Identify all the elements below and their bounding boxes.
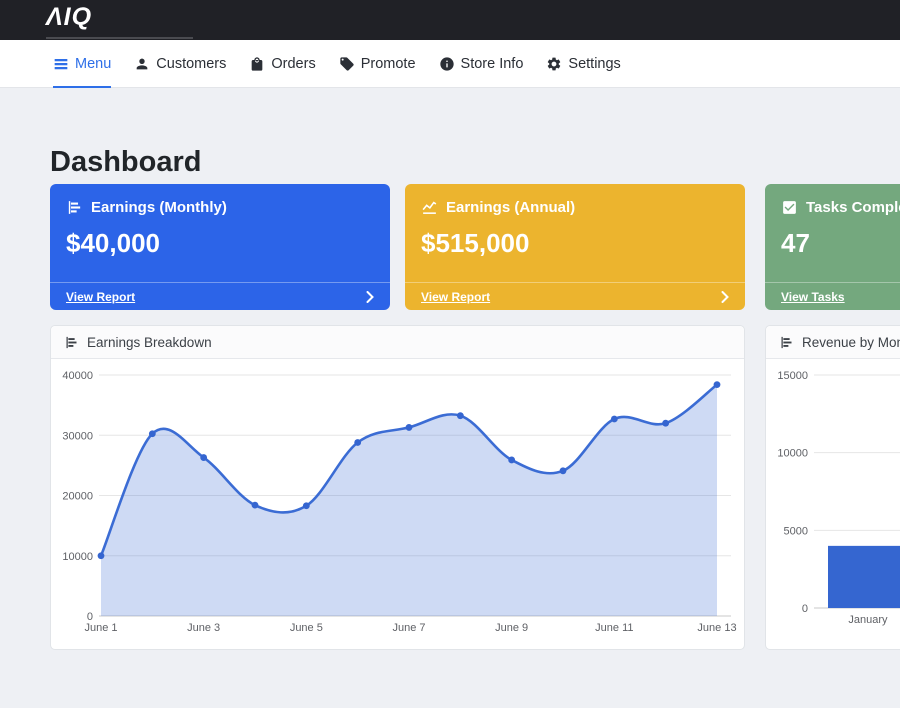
- svg-text:June 1: June 1: [84, 622, 117, 634]
- view-report-link[interactable]: View Report: [405, 282, 745, 310]
- nav-item-label: Customers: [156, 56, 226, 72]
- svg-text:January: January: [848, 614, 888, 626]
- tag-icon: [339, 56, 355, 72]
- chart-title: Revenue by Month: [802, 335, 900, 350]
- nav-item-menu[interactable]: Menu: [53, 40, 111, 87]
- svg-text:June 9: June 9: [495, 622, 528, 634]
- card-value: $515,000: [405, 216, 745, 259]
- menu-icon: [53, 56, 69, 72]
- person-icon: [134, 56, 150, 72]
- nav-item-promote[interactable]: Promote: [339, 40, 416, 87]
- svg-text:10000: 10000: [62, 551, 93, 563]
- card-title: Earnings (Annual): [446, 199, 575, 216]
- earnings-breakdown-card: Earnings Breakdown 010000200003000040000…: [50, 325, 745, 650]
- nav-item-customers[interactable]: Customers: [134, 40, 226, 87]
- card-earnings-monthly: Earnings (Monthly) $40,000 View Report: [50, 184, 390, 310]
- svg-text:30000: 30000: [62, 430, 93, 442]
- svg-text:0: 0: [802, 603, 808, 615]
- card-tasks-completed: Tasks Completed 47 View Tasks: [765, 184, 900, 310]
- svg-text:June 13: June 13: [697, 622, 736, 634]
- svg-text:10000: 10000: [777, 448, 808, 460]
- revenue-by-month-chart: 0 5000 10000 15000 January: [766, 359, 900, 654]
- svg-text:20000: 20000: [62, 491, 93, 503]
- line-chart-icon: [421, 199, 438, 216]
- app-window: ΛIQ Menu Customers Orders Promote Store …: [0, 0, 900, 708]
- nav-bar: Menu Customers Orders Promote Store Info…: [0, 40, 900, 88]
- nav-item-label: Settings: [568, 56, 620, 72]
- earnings-breakdown-chart: 010000200003000040000June 1June 3June 5J…: [51, 359, 744, 654]
- bar-chart-icon: [66, 199, 83, 216]
- card-title: Tasks Completed: [806, 199, 900, 216]
- nav-item-label: Menu: [75, 56, 111, 72]
- nav-item-settings[interactable]: Settings: [546, 40, 620, 87]
- nav-item-store-info[interactable]: Store Info: [439, 40, 524, 87]
- svg-text:June 7: June 7: [392, 622, 425, 634]
- check-square-icon: [781, 199, 798, 216]
- svg-text:June 11: June 11: [595, 622, 633, 634]
- svg-text:June 3: June 3: [187, 622, 220, 634]
- nav-item-label: Promote: [361, 56, 416, 72]
- earnings-breakdown-header: Earnings Breakdown: [51, 326, 744, 359]
- card-earnings-annual: Earnings (Annual) $515,000 View Report: [405, 184, 745, 310]
- chart-title: Earnings Breakdown: [87, 335, 212, 350]
- gear-icon: [546, 56, 562, 72]
- revenue-by-month-header: Revenue by Month: [766, 326, 900, 359]
- nav-item-label: Orders: [271, 56, 315, 72]
- nav-item-orders[interactable]: Orders: [249, 40, 315, 87]
- card-value: $40,000: [50, 216, 390, 259]
- svg-text:5000: 5000: [784, 525, 808, 537]
- card-value: 47: [765, 216, 900, 259]
- svg-text:June 5: June 5: [290, 622, 323, 634]
- svg-text:15000: 15000: [777, 370, 808, 382]
- topbar: ΛIQ: [0, 0, 900, 40]
- nav-item-label: Store Info: [461, 56, 524, 72]
- card-title: Earnings (Monthly): [91, 199, 227, 216]
- info-icon: [439, 56, 455, 72]
- page-title: Dashboard: [50, 146, 201, 179]
- chevron-right-icon: [366, 291, 374, 303]
- svg-text:40000: 40000: [62, 370, 93, 382]
- logo-underline: [46, 37, 193, 39]
- shopping-bag-icon: [249, 56, 265, 72]
- chevron-right-icon: [721, 291, 729, 303]
- chart-axis-icon: [779, 335, 794, 350]
- view-tasks-link[interactable]: View Tasks: [765, 282, 900, 310]
- logo[interactable]: ΛIQ: [46, 3, 92, 32]
- chart-axis-icon: [64, 335, 79, 350]
- revenue-by-month-card: Revenue by Month 0 5000 10000 15000 January: [765, 325, 900, 650]
- view-report-link[interactable]: View Report: [50, 282, 390, 310]
